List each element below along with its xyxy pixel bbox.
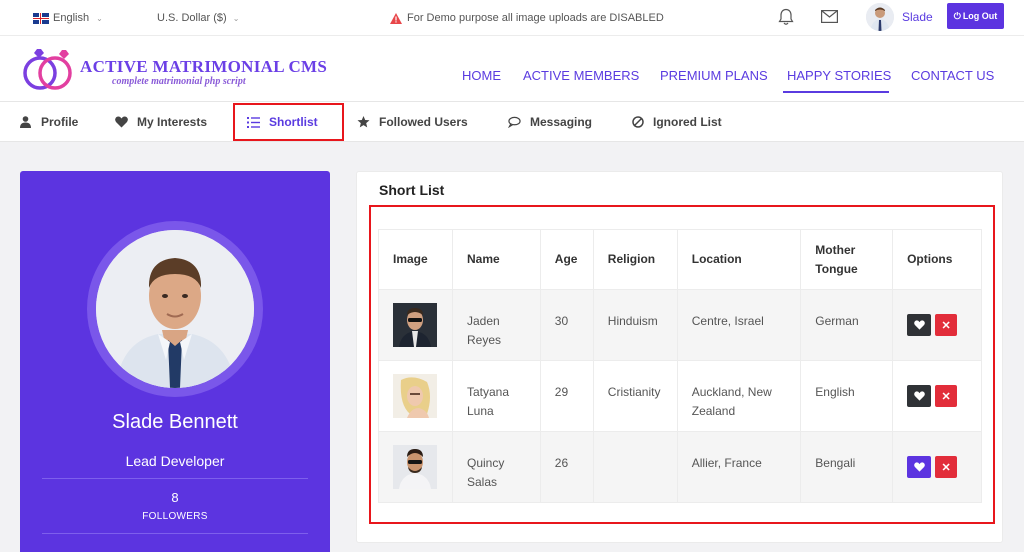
power-icon: ⏻ [953, 10, 961, 21]
tab-profile[interactable]: Profile [19, 102, 78, 142]
tab-ignored-list[interactable]: Ignored List [631, 102, 722, 142]
tab-messaging[interactable]: Messaging [508, 102, 592, 142]
ban-icon [631, 116, 644, 129]
profile-tabs: Profile My Interests Shortlist Followed … [0, 102, 1024, 142]
user-icon [19, 116, 32, 129]
nav-active-members[interactable]: ACTIVE MEMBERS [523, 68, 639, 83]
followers-label: FOLLOWERS [142, 511, 208, 522]
profile-card: Slade Bennett Lead Developer 8 FOLLOWERS [20, 171, 330, 552]
language-selector[interactable]: English ⌄ [33, 12, 103, 24]
active-nav-indicator [783, 91, 889, 93]
brand-subtitle: complete matrimonial php script [112, 76, 246, 87]
shortlist-table-highlight [369, 205, 995, 524]
profile-name: Slade Bennett [112, 411, 238, 433]
panel-title: Short List [379, 182, 445, 198]
tab-label: My Interests [137, 115, 208, 129]
uk-flag-icon [33, 12, 49, 24]
star-icon [357, 116, 370, 129]
nav-happy-stories[interactable]: HAPPY STORIES [787, 68, 891, 83]
tab-my-interests[interactable]: My Interests [115, 102, 207, 142]
nav-contact-us[interactable]: CONTACT US [911, 68, 994, 83]
top-bar: English ⌄ U.S. Dollar ($) ⌄ For Demo pur… [0, 0, 1024, 36]
currency-label: U.S. Dollar ($) [157, 12, 227, 24]
bell-icon[interactable] [778, 8, 794, 31]
tab-label: Ignored List [653, 115, 722, 129]
tab-followed-users[interactable]: Followed Users [357, 102, 468, 142]
profile-role: Lead Developer [125, 453, 225, 469]
site-header: ACTIVE MATRIMONIAL CMS complete matrimon… [0, 36, 1024, 102]
brand-logo[interactable]: ACTIVE MATRIMONIAL CMS complete matrimon… [20, 45, 327, 95]
chevron-down-icon: ⌄ [232, 14, 240, 23]
warning-icon [390, 12, 402, 24]
rings-icon [23, 49, 72, 90]
shortlist-tab-highlight [233, 103, 344, 141]
chevron-down-icon: ⌄ [96, 13, 103, 23]
heart-icon [115, 116, 128, 129]
logout-label: Log Out [962, 11, 998, 21]
tab-label: Messaging [530, 115, 593, 129]
chat-icon [508, 116, 521, 129]
logout-button[interactable]: ⏻ Log Out [947, 3, 1004, 29]
currency-selector[interactable]: U.S. Dollar ($) ⌄ [157, 12, 239, 24]
nav-premium-plans[interactable]: PREMIUM PLANS [660, 68, 768, 83]
demo-notice-text: For Demo purpose all image uploads are D… [407, 12, 664, 24]
brand-title: ACTIVE MATRIMONIAL CMS [80, 57, 328, 76]
tab-label: Profile [41, 115, 79, 129]
language-label: English [53, 12, 90, 24]
profile-avatar-ring [87, 221, 263, 397]
demo-notice: For Demo purpose all image uploads are D… [390, 12, 664, 24]
divider [42, 533, 308, 534]
nav-home[interactable]: HOME [462, 68, 501, 83]
tab-label: Followed Users [379, 115, 468, 129]
profile-avatar [96, 230, 254, 388]
user-avatar[interactable] [866, 3, 894, 31]
user-name-link[interactable]: Slade [902, 10, 933, 24]
followers-count: 8 [171, 490, 179, 505]
mail-icon[interactable] [821, 10, 839, 28]
divider [42, 478, 308, 479]
